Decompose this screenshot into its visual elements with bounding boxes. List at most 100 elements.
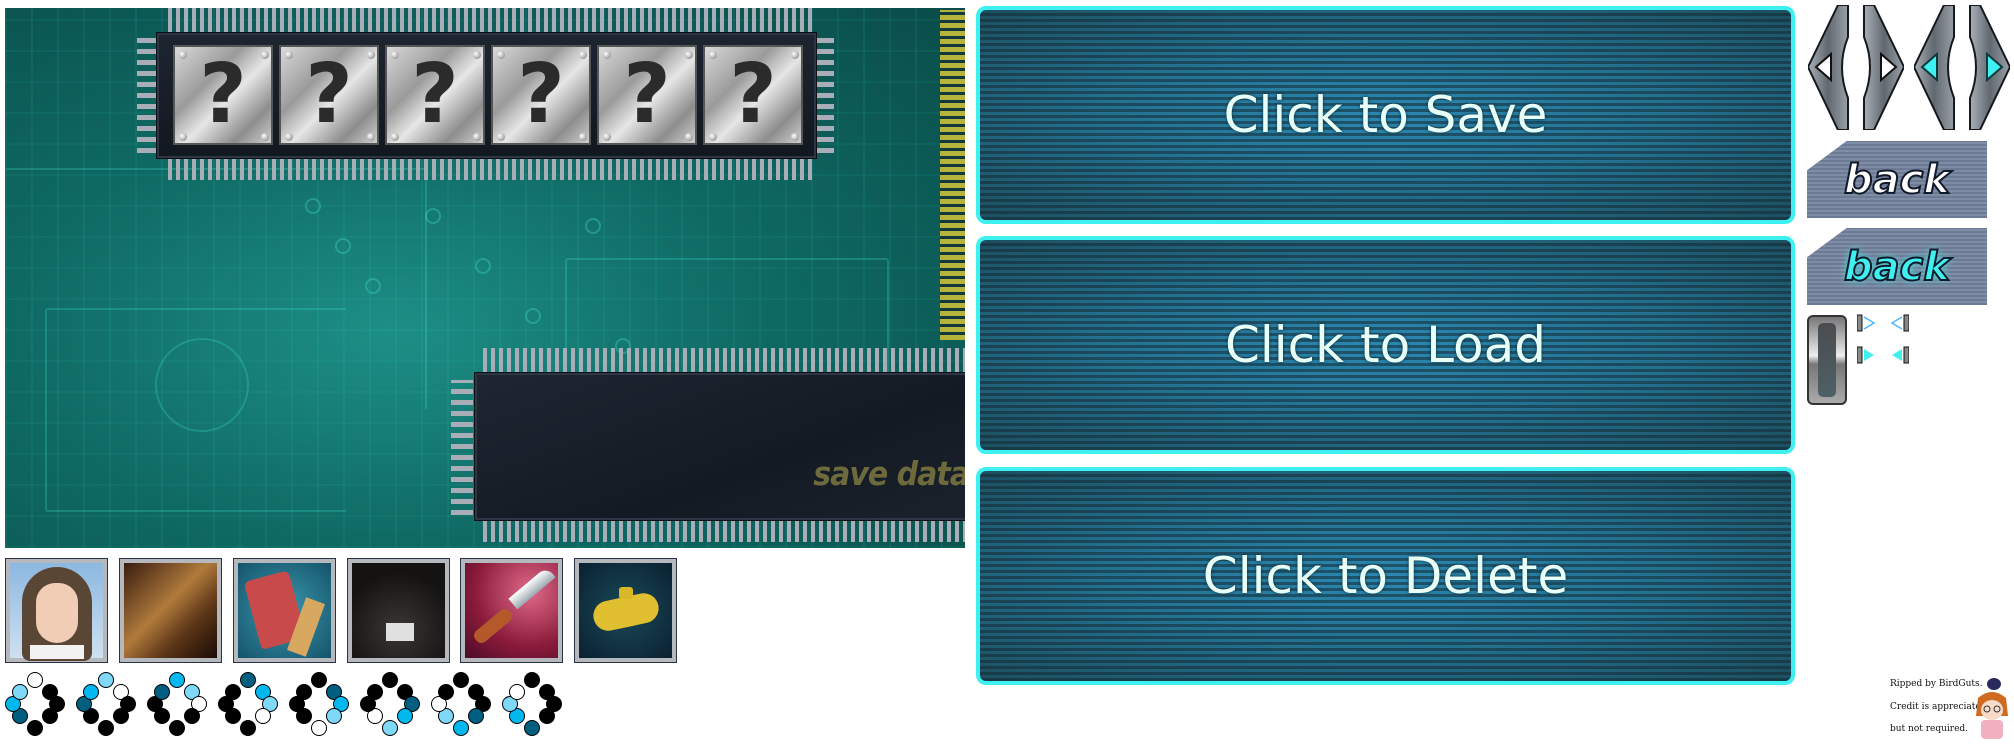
spinner-dot: [397, 708, 413, 724]
circuit-trace: [155, 338, 249, 432]
edge-connector: [940, 10, 965, 340]
spinner-dot: [113, 708, 129, 724]
spinner-dot: [169, 672, 185, 688]
spinner-dot: [367, 684, 383, 700]
chip-pins: [451, 380, 473, 515]
left-right-arrows-highlighted-icon[interactable]: [1912, 4, 2012, 131]
rivet-icon: [391, 133, 399, 141]
load-button-label: Click to Load: [1224, 316, 1547, 374]
spinner-dot: [438, 684, 454, 700]
question-mark-icon: ?: [411, 47, 459, 142]
left-right-arrows-icon[interactable]: [1806, 4, 1906, 131]
save-data-panel: ?????? save data: [5, 8, 965, 548]
save-slot-1[interactable]: ?: [173, 45, 273, 145]
spinner-dot: [453, 720, 469, 736]
loading-spinner-frame: [5, 672, 65, 736]
spinner-dot: [311, 720, 327, 736]
rivet-icon: [685, 133, 693, 141]
spinner-dot: [453, 672, 469, 688]
circuit-via: [335, 238, 351, 254]
rivet-icon: [473, 133, 481, 141]
thumbnail-empty-safe[interactable]: [347, 558, 450, 663]
rivet-icon: [603, 51, 611, 59]
scrollbar-thumb[interactable]: [1818, 323, 1836, 397]
spinner-dot: [42, 708, 58, 724]
back-button-label: back: [1843, 156, 1951, 204]
rivet-icon: [285, 51, 293, 59]
rivet-icon: [391, 51, 399, 59]
spinner-dot: [240, 720, 256, 736]
delete-button[interactable]: Click to Delete: [976, 467, 1795, 685]
save-slot-3[interactable]: ?: [385, 45, 485, 145]
save-slot-4[interactable]: ?: [491, 45, 591, 145]
spinner-dot: [255, 708, 271, 724]
chip-pins: [168, 155, 813, 180]
thumbnail-coffin[interactable]: [119, 558, 222, 663]
spinner-dot: [382, 720, 398, 736]
question-mark-icon: ?: [305, 47, 353, 142]
thumbnail-axe[interactable]: [233, 558, 336, 663]
spinner-dot: [225, 684, 241, 700]
rivet-icon: [261, 133, 269, 141]
rivet-icon: [367, 51, 375, 59]
spinner-dot: [27, 672, 43, 688]
credit-line: but not required.: [1890, 724, 1969, 734]
spinner-dot: [468, 708, 484, 724]
chip-pins: [483, 348, 965, 374]
rivet-icon: [791, 133, 799, 141]
circuit-via: [425, 208, 441, 224]
back-button-highlighted[interactable]: back: [1807, 228, 1987, 305]
circuit-via: [585, 218, 601, 234]
rivet-icon: [473, 51, 481, 59]
rivet-icon: [579, 51, 587, 59]
small-arrows-highlighted-icon[interactable]: [1856, 346, 1910, 364]
spinner-dot: [296, 684, 312, 700]
ripper-mascot-icon: [1972, 676, 2012, 739]
spinner-dot: [169, 720, 185, 736]
save-button[interactable]: Click to Save: [976, 6, 1795, 224]
spinner-dot: [98, 672, 114, 688]
thumbnail-girl-portrait[interactable]: [5, 558, 108, 663]
loading-spinner-frame: [289, 672, 349, 736]
circuit-via: [525, 308, 541, 324]
thumbnail-knife[interactable]: [460, 558, 563, 663]
save-slot-2[interactable]: ?: [279, 45, 379, 145]
rivet-icon: [179, 133, 187, 141]
delete-button-label: Click to Delete: [1202, 547, 1569, 605]
rivet-icon: [367, 133, 375, 141]
save-slot-6[interactable]: ?: [703, 45, 803, 145]
rivet-icon: [709, 51, 717, 59]
spinner-dot: [12, 684, 28, 700]
spinner-dot: [382, 672, 398, 688]
thumbnail-yellow-submarine[interactable]: [574, 558, 677, 663]
load-button[interactable]: Click to Load: [976, 236, 1795, 454]
circuit-via: [305, 198, 321, 214]
spinner-dot: [83, 684, 99, 700]
rivet-icon: [285, 133, 293, 141]
spinner-dot: [326, 708, 342, 724]
spinner-dot: [509, 684, 525, 700]
rivet-icon: [709, 133, 717, 141]
rivet-icon: [497, 51, 505, 59]
save-slots-chip: ??????: [157, 33, 816, 158]
scrollbar-track[interactable]: [1807, 315, 1847, 405]
spinner-dot: [524, 672, 540, 688]
chip-pins: [168, 8, 813, 34]
back-button[interactable]: back: [1807, 141, 1987, 218]
spinner-dot: [311, 672, 327, 688]
spinner-dot: [27, 720, 43, 736]
circuit-via: [475, 258, 491, 274]
loading-spinner-frame: [360, 672, 420, 736]
loading-spinner-frame: [431, 672, 491, 736]
spinner-dot: [539, 708, 555, 724]
spinner-dot: [184, 708, 200, 724]
rivet-icon: [579, 133, 587, 141]
rivet-icon: [603, 133, 611, 141]
save-slot-5[interactable]: ?: [597, 45, 697, 145]
save-data-title: save data: [813, 455, 965, 494]
small-arrows-icon[interactable]: [1856, 314, 1910, 332]
loading-spinner-frame: [218, 672, 278, 736]
spinner-dot: [524, 720, 540, 736]
save-button-label: Click to Save: [1223, 86, 1548, 144]
question-mark-icon: ?: [729, 47, 777, 142]
